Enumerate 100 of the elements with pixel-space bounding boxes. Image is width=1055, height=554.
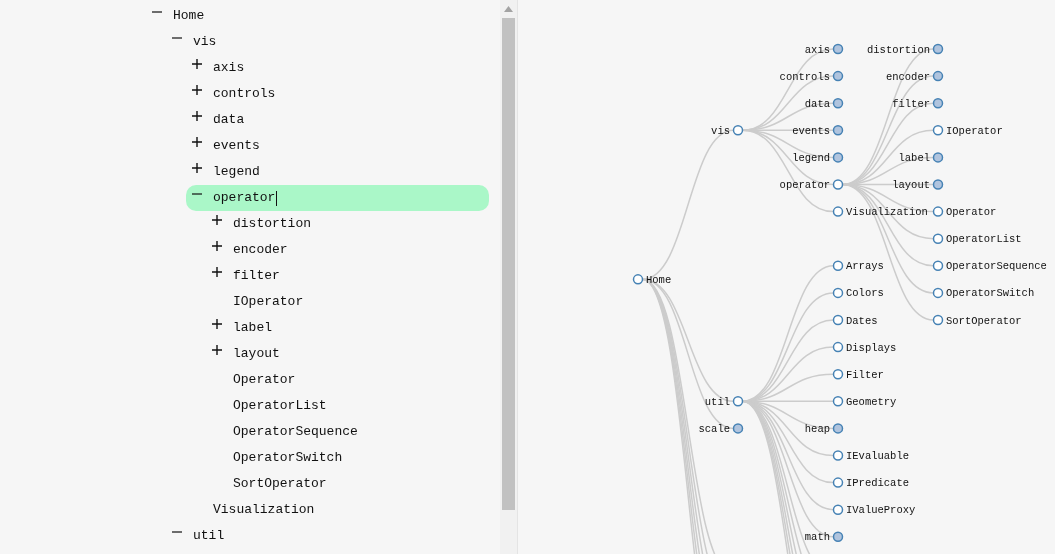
node-circle[interactable]	[832, 206, 844, 217]
node-circle[interactable]	[832, 368, 844, 380]
node-label: IEvaluable	[846, 450, 909, 462]
tree-item[interactable]: vis	[166, 29, 469, 55]
node-circle[interactable]	[732, 396, 744, 407]
tree-item[interactable]: distortion	[206, 211, 500, 237]
node-label: heap	[804, 422, 830, 435]
node-circle[interactable]	[832, 43, 844, 55]
node-circle[interactable]	[932, 152, 944, 163]
tree-item[interactable]: Visualization	[186, 497, 489, 523]
node-label: Colors	[846, 287, 884, 300]
node-label: Filter	[846, 368, 884, 381]
tree-item[interactable]: Home	[146, 3, 449, 29]
plus-icon[interactable]	[192, 85, 202, 95]
node-circle[interactable]	[832, 97, 844, 109]
tree-item[interactable]: operator	[186, 185, 489, 211]
node-circle[interactable]	[832, 341, 844, 353]
node-circle[interactable]	[832, 179, 844, 190]
tree-item[interactable]: controls	[186, 81, 489, 107]
node-circle[interactable]	[832, 477, 844, 488]
plus-icon[interactable]	[192, 163, 202, 173]
node-circle[interactable]	[932, 260, 944, 272]
plus-icon[interactable]	[212, 267, 222, 277]
tree-item[interactable]: events	[186, 133, 489, 159]
node-circle[interactable]	[832, 504, 844, 515]
tree-item[interactable]: filter	[206, 263, 500, 289]
tree-item[interactable]: SortOperator	[206, 471, 500, 497]
scrollbar-thumb[interactable]	[502, 18, 515, 510]
node-label: IOperator	[946, 124, 1003, 137]
node-label: encoder	[885, 70, 930, 83]
node-label: vis	[711, 124, 730, 137]
plus-icon[interactable]	[212, 319, 222, 329]
node-label: Dates	[846, 314, 878, 327]
node-label: filter	[892, 97, 930, 110]
node-circle[interactable]	[832, 260, 844, 272]
node-circle[interactable]	[932, 97, 944, 109]
node-label: Displays	[846, 341, 897, 354]
node-circle[interactable]	[832, 450, 844, 461]
node-circle[interactable]	[832, 287, 844, 299]
node-label: Operator	[946, 206, 997, 219]
node-circle[interactable]	[732, 125, 744, 136]
tree-item[interactable]: IOperator	[206, 289, 500, 315]
node-label: math	[804, 531, 830, 544]
node-label: data	[804, 97, 830, 110]
plus-icon[interactable]	[212, 345, 222, 355]
node-circle[interactable]	[832, 423, 844, 434]
tree-item[interactable]: legend	[186, 159, 489, 185]
scroll-up-arrow-icon[interactable]	[504, 6, 513, 12]
tree-item[interactable]: OperatorSwitch	[206, 445, 500, 471]
tree-item[interactable]: Operator	[206, 367, 500, 393]
tree-item[interactable]: data	[186, 107, 489, 133]
text-cursor	[276, 190, 278, 206]
plus-icon[interactable]	[192, 59, 202, 69]
node-label: label	[898, 151, 930, 164]
node-label: layout	[892, 179, 930, 191]
node-circle[interactable]	[832, 396, 844, 407]
node-label: Geometry	[846, 395, 897, 408]
node-label: IPredicate	[846, 477, 909, 490]
node-label: OperatorSwitch	[946, 287, 1035, 300]
node-label: SortOperator	[946, 314, 1022, 327]
node-circle[interactable]	[832, 314, 844, 326]
node-circle[interactable]	[932, 179, 944, 190]
node-circle[interactable]	[832, 70, 844, 82]
node-label: axis	[804, 43, 830, 56]
plus-icon[interactable]	[192, 137, 202, 147]
node-label: legend	[792, 151, 830, 164]
node-label: controls	[779, 70, 830, 83]
node-label: Visualization	[846, 206, 928, 219]
node-circle[interactable]	[932, 125, 944, 136]
plus-icon[interactable]	[212, 215, 222, 225]
node-label: events	[792, 124, 830, 137]
node-label: Arrays	[846, 260, 884, 273]
tree-item[interactable]: axis	[186, 55, 489, 81]
node-circle[interactable]	[932, 206, 944, 217]
node-label: util	[704, 395, 730, 408]
tree-item[interactable]: layout	[206, 341, 500, 367]
node-label: scale	[698, 422, 730, 435]
node-label: distortion	[867, 43, 930, 56]
node-label: OperatorList	[946, 233, 1022, 246]
node-circle[interactable]	[932, 233, 944, 244]
tree-item[interactable]: label	[206, 315, 500, 341]
scrollbar[interactable]	[500, 0, 517, 554]
node-label: operator	[779, 179, 830, 191]
node-label: OperatorSequence	[946, 260, 1047, 273]
plus-icon[interactable]	[192, 111, 202, 121]
plus-icon[interactable]	[212, 241, 222, 251]
tree-item[interactable]: encoder	[206, 237, 500, 263]
node-circle[interactable]	[932, 43, 944, 55]
node-circle[interactable]	[932, 70, 944, 82]
node-circle[interactable]	[832, 125, 844, 136]
tree-item[interactable]: OperatorList	[206, 393, 500, 419]
tree-item[interactable]: OperatorSequence	[206, 419, 500, 445]
node-circle[interactable]	[832, 152, 844, 163]
node-circle[interactable]	[732, 423, 744, 434]
node-circle[interactable]	[832, 531, 844, 543]
node-circle[interactable]	[932, 287, 944, 299]
node-label: Home	[646, 273, 672, 286]
node-circle[interactable]	[932, 314, 944, 326]
tree-item[interactable]: util	[166, 523, 469, 549]
node-circle[interactable]	[632, 274, 644, 285]
